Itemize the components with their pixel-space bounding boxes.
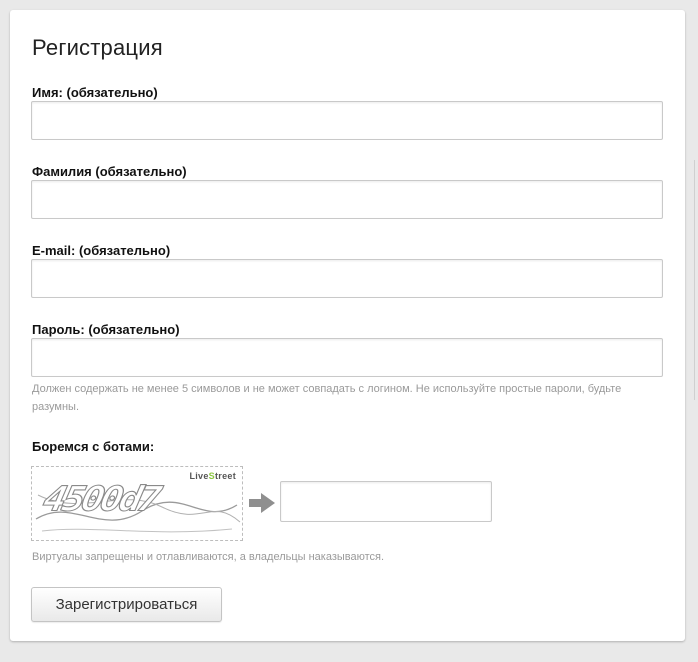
captcha-label: Боремся с ботами: [32, 439, 155, 454]
email-label: E-mail: (обязательно) [32, 243, 171, 258]
captcha-note: Виртуалы запрещены и отлавливаются, а вл… [32, 551, 385, 563]
arrow-right-icon [249, 493, 275, 513]
captcha-input[interactable] [280, 481, 492, 522]
password-hint: Должен содержать не менее 5 символов и н… [32, 383, 622, 413]
livestreet-logo: LiveStreet [189, 471, 236, 481]
page-edge-divider [694, 160, 695, 400]
brand-suffix: treet [214, 471, 236, 481]
email-field[interactable] [31, 259, 663, 298]
captcha-code: 4500d7 [39, 479, 162, 520]
password-label: Пароль: (обязательно) [32, 322, 180, 337]
last-name-label: Фамилия (обязательно) [32, 164, 187, 179]
password-field[interactable] [31, 338, 663, 377]
register-button[interactable]: Зарегистрироваться [31, 587, 222, 622]
captcha-image: 4500d7 LiveStreet [31, 466, 243, 541]
brand-prefix: Live [189, 471, 209, 481]
page-title: Регистрация [32, 35, 163, 60]
registration-card: Регистрация Имя: (обязательно) Фамилия (… [10, 10, 685, 641]
last-name-field[interactable] [31, 180, 663, 219]
first-name-label: Имя: (обязательно) [32, 85, 158, 100]
first-name-field[interactable] [31, 101, 663, 140]
